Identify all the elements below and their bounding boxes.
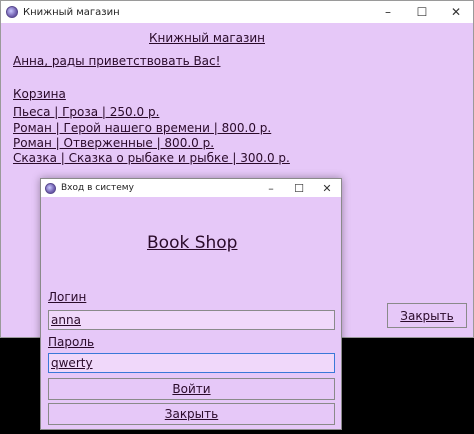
maximize-icon[interactable]: ☐ — [405, 1, 439, 23]
cart-title: Корзина — [13, 87, 66, 101]
close-login-button[interactable]: Закрыть — [48, 403, 335, 425]
app-icon — [45, 182, 56, 194]
login-input[interactable] — [48, 310, 335, 330]
page-title: Книжный магазин — [149, 31, 265, 45]
main-window-title: Книжный магазин — [23, 6, 120, 18]
login-label: Логин — [48, 290, 87, 304]
password-input[interactable] — [48, 353, 335, 373]
close-main-button[interactable]: Закрыть — [387, 303, 467, 328]
cart-item: Роман | Герой нашего времени | 800.0 р. — [13, 121, 272, 135]
cart-item: Пьеса | Гроза | 250.0 р. — [13, 105, 160, 119]
shop-title: Book Shop — [147, 233, 238, 253]
minimize-icon[interactable]: – — [257, 179, 285, 197]
password-label: Пароль — [48, 335, 95, 349]
login-window-titlebar[interactable]: Вход в систему – ☐ ✕ — [41, 179, 341, 197]
minimize-icon[interactable]: – — [371, 1, 405, 23]
maximize-icon[interactable]: ☐ — [285, 179, 313, 197]
login-window-title: Вход в систему — [61, 183, 134, 193]
close-icon[interactable]: ✕ — [313, 179, 341, 197]
app-icon — [6, 6, 18, 18]
cart-item: Роман | Отверженные | 800.0 р. — [13, 136, 215, 150]
login-button[interactable]: Войти — [48, 378, 335, 400]
greeting-text: Анна, рады приветствовать Вас! — [13, 54, 221, 68]
close-icon[interactable]: ✕ — [439, 1, 473, 23]
login-window: Вход в систему – ☐ ✕ Book Shop Логин Пар… — [40, 178, 342, 430]
cart-item: Сказка | Сказка о рыбаке и рыбке | 300.0… — [13, 151, 290, 165]
main-window-titlebar[interactable]: Книжный магазин – ☐ ✕ — [1, 1, 473, 23]
